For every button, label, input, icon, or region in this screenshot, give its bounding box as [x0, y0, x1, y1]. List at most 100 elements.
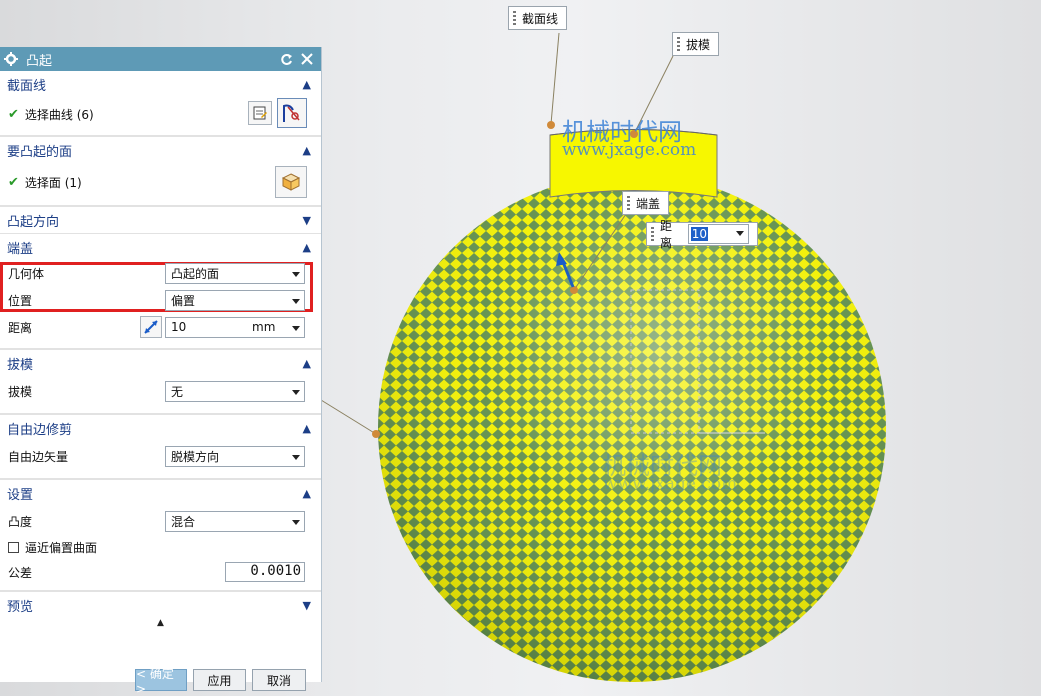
- geometry-row: 几何体 凸起的面: [0, 260, 321, 287]
- convexity-value: 混合: [171, 514, 196, 529]
- callout-distance-value: 10: [690, 227, 708, 241]
- settings-header[interactable]: 设置 ▲: [0, 479, 321, 506]
- chevron-down-icon[interactable]: [292, 325, 300, 331]
- sketch-section-button[interactable]: [248, 101, 272, 125]
- ok-button[interactable]: < 确定 >: [135, 667, 187, 696]
- gear-icon: [4, 52, 18, 66]
- position-dropdown[interactable]: 偏置: [165, 290, 305, 311]
- dialog-titlebar[interactable]: 凸起: [0, 47, 321, 71]
- convexity-row: 凸度 混合: [0, 506, 321, 536]
- settings-title: 设置: [7, 487, 34, 503]
- cancel-button[interactable]: 取消: [252, 669, 306, 691]
- free-edge-vector-value: 脱模方向: [171, 449, 220, 464]
- draft-row: 拔模 无: [0, 376, 321, 406]
- draft-title: 拔模: [7, 357, 34, 373]
- tolerance-input[interactable]: 0.0010: [225, 562, 305, 582]
- chevron-up-icon[interactable]: ▲: [303, 357, 311, 370]
- expand-icon[interactable]: ▲: [0, 618, 321, 632]
- divider: [0, 471, 321, 479]
- watermark-url-bottom: www.jxage.com: [603, 474, 738, 494]
- section-handle: [547, 121, 555, 129]
- chevron-up-icon[interactable]: ▲: [303, 78, 311, 91]
- callout-cap-label: 端盖: [636, 196, 661, 211]
- measure-icon: [144, 320, 158, 334]
- edge-handle: [372, 430, 380, 438]
- tolerance-row: 公差 0.0010: [0, 558, 321, 586]
- select-face-row[interactable]: ✔ 选择面 (1): [0, 163, 321, 201]
- close-icon[interactable]: [301, 53, 313, 65]
- reset-icon[interactable]: [280, 53, 293, 66]
- chevron-down-icon[interactable]: ▼: [303, 214, 311, 227]
- curve-select-button[interactable]: [277, 98, 307, 128]
- callout-draft-label: 拔模: [686, 37, 711, 52]
- distance-input[interactable]: 10 mm: [165, 316, 305, 338]
- cap-title: 端盖: [7, 241, 34, 257]
- grip-handle[interactable]: [513, 11, 516, 25]
- position-value: 偏置: [171, 294, 196, 308]
- chevron-down-icon: [292, 454, 300, 460]
- preview-header[interactable]: 预览 ▼: [0, 591, 321, 618]
- chevron-up-icon[interactable]: ▲: [303, 422, 311, 435]
- approx-checkbox[interactable]: [8, 541, 19, 553]
- divider: [0, 406, 321, 414]
- select-curve-row[interactable]: ✔ 选择曲线 (6): [0, 97, 321, 131]
- chevron-down-icon: [292, 272, 300, 277]
- free-edge-row: 自由边矢量 脱模方向: [0, 441, 321, 471]
- free-edge-vector-dropdown[interactable]: 脱模方向: [165, 445, 305, 467]
- chevron-up-icon[interactable]: ▲: [303, 241, 311, 254]
- callout-distance-input[interactable]: 10: [687, 224, 749, 244]
- callout-draft[interactable]: 拔模: [672, 32, 720, 56]
- free-edge-header[interactable]: 自由边修剪 ▲: [0, 414, 321, 441]
- callout-cap[interactable]: 端盖: [622, 191, 670, 215]
- face-title: 要凸起的面: [7, 144, 73, 160]
- callout-section-curve[interactable]: 截面线: [508, 6, 568, 30]
- face-header[interactable]: 要凸起的面 ▲: [0, 136, 321, 163]
- chevron-up-icon[interactable]: ▲: [303, 487, 311, 500]
- chevron-down-icon[interactable]: [736, 231, 744, 236]
- check-icon: ✔: [8, 174, 19, 190]
- section-curve-title: 截面线: [7, 78, 47, 94]
- cap-header[interactable]: 端盖 ▲: [0, 233, 321, 260]
- bump-dialog: 凸起 截面线 ▲ ✔ 选择曲线 (6) 要凸起的面 ▲ ✔ 选择面 (1) 凸起…: [0, 47, 322, 696]
- preview-title: 预览: [7, 599, 34, 615]
- grip-handle[interactable]: [677, 37, 680, 51]
- dialog-title: 凸起: [26, 53, 53, 69]
- check-icon: ✔: [8, 106, 19, 122]
- watermark-url-top: www.jxage.com: [562, 140, 697, 160]
- section-curve-header[interactable]: 截面线 ▲: [0, 71, 321, 97]
- chevron-down-icon: [292, 519, 300, 525]
- curve-icon: [283, 104, 300, 122]
- direction-header[interactable]: 凸起方向 ▼: [0, 206, 321, 233]
- measure-button[interactable]: [140, 316, 162, 338]
- grip-handle[interactable]: [651, 227, 654, 241]
- approx-label: 逼近偏置曲面: [25, 540, 98, 555]
- draft-value: 无: [171, 384, 184, 399]
- geometry-dropdown[interactable]: 凸起的面: [165, 263, 305, 284]
- free-edge-title: 自由边修剪: [7, 422, 73, 438]
- sketch-icon: [253, 106, 267, 120]
- cap-handle: [570, 286, 578, 294]
- distance-row: 距离 10 mm: [0, 314, 321, 340]
- draft-header[interactable]: 拔模 ▲: [0, 349, 321, 376]
- grip-handle[interactable]: [627, 196, 630, 210]
- distance-unit: mm: [252, 320, 276, 334]
- position-row: 位置 偏置: [0, 287, 321, 314]
- distance-value: 10: [171, 320, 187, 334]
- chevron-down-icon[interactable]: ▼: [303, 599, 311, 612]
- callout-section-label: 截面线: [522, 11, 559, 26]
- cube-icon: [281, 173, 301, 191]
- apply-button[interactable]: 应用: [193, 669, 246, 691]
- geometry-value: 凸起的面: [171, 267, 220, 281]
- chevron-down-icon: [292, 299, 300, 304]
- convexity-dropdown[interactable]: 混合: [165, 510, 305, 532]
- chevron-down-icon: [292, 389, 300, 395]
- callout-distance-label: 距离: [659, 219, 672, 250]
- select-face-label: 选择面 (1): [24, 175, 82, 190]
- direction-title: 凸起方向: [7, 214, 60, 230]
- face-select-button[interactable]: [275, 166, 307, 198]
- callout-distance: 距离 10: [646, 219, 758, 250]
- draft-dropdown[interactable]: 无: [165, 380, 305, 402]
- approx-row[interactable]: 逼近偏置曲面: [0, 536, 321, 558]
- chevron-up-icon[interactable]: ▲: [303, 144, 311, 157]
- sphere-body[interactable]: [378, 174, 886, 682]
